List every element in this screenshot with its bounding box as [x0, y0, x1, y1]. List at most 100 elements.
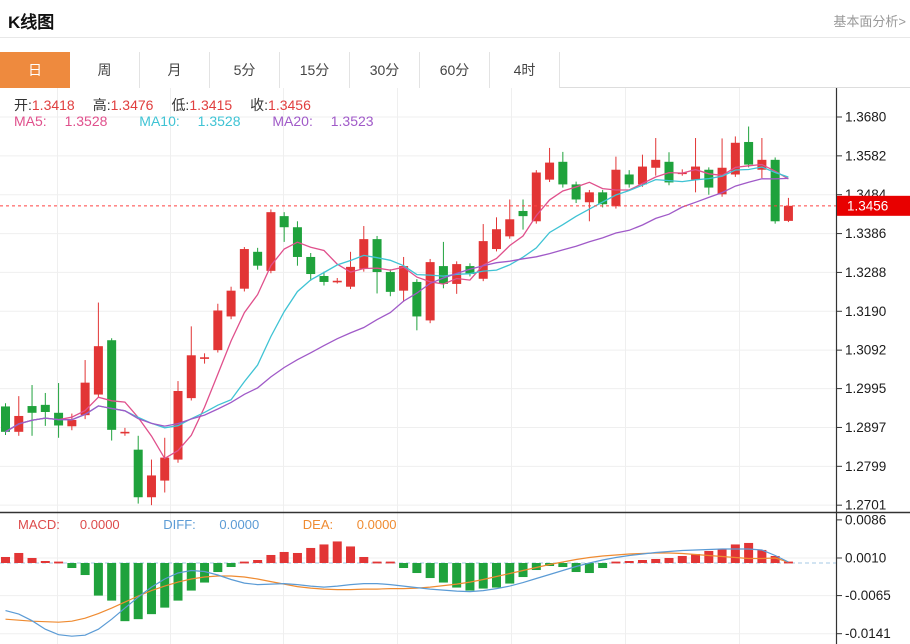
candle-body [519, 211, 528, 216]
open-value: 1.3418 [32, 97, 75, 113]
candle-body [213, 310, 222, 350]
macd-bar-positive [359, 557, 368, 563]
close-value: 1.3456 [268, 97, 311, 113]
price-axis-label: 1.3190 [845, 304, 886, 319]
price-axis-label: 1.3092 [845, 343, 886, 358]
candle-body [625, 174, 634, 184]
tab-30分[interactable]: 30分 [350, 52, 420, 88]
candle-body [426, 262, 435, 320]
macd-bar-zero [240, 562, 249, 564]
tab-月[interactable]: 月 [140, 52, 210, 88]
tab-60分[interactable]: 60分 [420, 52, 490, 88]
macd-legend: MACD:0.0000 DIFF: 0.0000 DEA: 0.0000 [18, 517, 437, 532]
macd-bar-positive [41, 561, 50, 563]
page-title: K线图 [8, 8, 54, 33]
candle-body [319, 276, 328, 282]
macd-bar-negative [120, 563, 129, 621]
macd-bar-negative [147, 563, 156, 614]
candle-body [505, 219, 514, 236]
ma20-line [6, 178, 789, 431]
candle-body [1, 406, 10, 431]
ma10-line [6, 167, 789, 432]
macd-bar-negative [399, 563, 408, 568]
candle-body [306, 257, 315, 274]
candle-body [558, 162, 567, 185]
chart-svg: 1.36801.35821.34841.33861.32881.31901.30… [0, 88, 910, 644]
macd-bar-positive [678, 556, 687, 563]
ma10-legend: MA10: 1.3528 [139, 113, 254, 129]
macd-axis-label: 0.0010 [845, 550, 886, 565]
dea-value-label: DEA: 0.0000 [303, 517, 417, 532]
close-label: 收: [250, 97, 268, 113]
candle-body [187, 355, 196, 398]
macd-bar-negative [439, 563, 448, 583]
candle-body [691, 167, 700, 180]
tab-4时[interactable]: 4时 [490, 52, 560, 88]
macd-axis-label: 0.0086 [845, 512, 886, 527]
kline-widget: K线图 基本面分析> 日周月5分15分30分60分4时 开:1.3418高:1.… [0, 0, 910, 644]
candle-body [134, 450, 143, 498]
macd-bar-positive [625, 561, 634, 563]
macd-bar-negative [81, 563, 90, 575]
macd-bar-negative [187, 563, 196, 591]
macd-bar-positive [1, 557, 10, 563]
candle-body [585, 192, 594, 202]
candle-body [280, 216, 289, 227]
macd-bar-positive [704, 551, 713, 563]
candle-body [160, 458, 169, 481]
macd-bar-zero [54, 562, 63, 564]
candlestick-series [1, 127, 793, 506]
price-axis-label: 1.3582 [845, 148, 886, 163]
macd-axis-label: -0.0065 [845, 588, 891, 603]
price-tag-value: 1.3456 [847, 199, 888, 214]
candle-body [28, 406, 37, 413]
ohlc-legend: 开:1.3418高:1.3476低:1.3415收:1.3456 [14, 95, 329, 115]
candle-body [492, 229, 501, 249]
candle-body [240, 249, 249, 289]
macd-bar-negative [585, 563, 594, 573]
fundamental-analysis-link[interactable]: 基本面分析> [833, 11, 906, 30]
open-label: 开: [14, 97, 32, 113]
macd-bar-positive [28, 558, 37, 563]
macd-bar-negative [67, 563, 76, 568]
tab-周[interactable]: 周 [70, 52, 140, 88]
ma20-legend: MA20: 1.3523 [272, 113, 387, 129]
candle-body [651, 160, 660, 168]
candle-body [107, 340, 116, 430]
candle-body [253, 252, 262, 266]
price-axis-label: 1.2995 [845, 381, 886, 396]
price-axis-label: 1.3288 [845, 265, 886, 280]
low-value: 1.3415 [189, 97, 232, 113]
candle-body [373, 239, 382, 272]
timeframe-tabbar: 日周月5分15分30分60分4时 [0, 52, 910, 88]
macd-bar-zero [373, 562, 382, 564]
macd-bar-negative [558, 563, 567, 567]
ma-legend: MA5: 1.3528 MA10: 1.3528 MA20: 1.3523 [14, 113, 402, 129]
candle-body [227, 291, 236, 317]
macd-bar-positive [665, 558, 674, 563]
macd-bar-negative [465, 563, 474, 591]
tab-5分[interactable]: 5分 [210, 52, 280, 88]
tab-15分[interactable]: 15分 [280, 52, 350, 88]
macd-axis-label: -0.0141 [845, 626, 891, 641]
candle-body [479, 241, 488, 279]
macd-bar-positive [306, 548, 315, 563]
candle-body [333, 281, 342, 283]
macd-bar-positive [744, 543, 753, 563]
macd-bar-positive [333, 541, 342, 563]
price-axis-label: 1.2701 [845, 498, 886, 513]
candle-body [67, 420, 76, 426]
tab-日[interactable]: 日 [0, 52, 70, 88]
candle-body [200, 357, 209, 359]
macd-bar-negative [134, 563, 143, 619]
macd-bar-positive [266, 555, 275, 563]
price-axis-label: 1.3386 [845, 226, 886, 241]
high-value: 1.3476 [111, 97, 154, 113]
price-axis: 1.36801.35821.34841.33861.32881.31901.30… [837, 110, 887, 513]
candle-body [120, 432, 129, 434]
macd-axis: 0.0086 0.0010 -0.0065 -0.0141 [837, 512, 891, 641]
candle-body [439, 266, 448, 284]
macd-bar-positive [14, 553, 23, 563]
candle-body [545, 163, 554, 180]
candle-body [386, 272, 395, 292]
